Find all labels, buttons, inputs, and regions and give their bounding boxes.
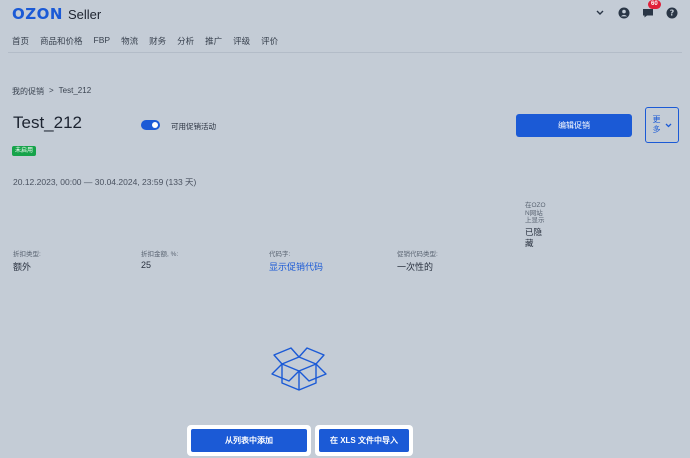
import-xls-button[interactable]: 在 XLS 文件中导入 — [319, 429, 409, 452]
status-badge: 未启用 — [12, 146, 37, 156]
code-type-label: 促销代码类型: — [397, 251, 438, 258]
more-button-label: 更多 — [652, 115, 661, 134]
show-promo-code-link[interactable]: 显示促销代码 — [269, 260, 323, 273]
empty-box-icon — [271, 347, 327, 391]
chevron-down-icon — [665, 123, 671, 127]
nav-divider — [8, 52, 682, 53]
discount-type-label: 折扣类型: — [13, 251, 41, 258]
add-from-list-button-wrapper: 从列表中添加 — [187, 425, 311, 456]
nav-item-reviews[interactable]: 评价 — [261, 35, 278, 47]
discount-type-field: 折扣类型: 额外 — [13, 248, 41, 273]
breadcrumb: 我的促销 > Test_212 — [12, 86, 91, 97]
discount-type-value: 额外 — [13, 262, 32, 272]
code-type-value: 一次性的 — [397, 262, 434, 272]
promo-active-toggle-label: 可用促销活动 — [171, 122, 216, 131]
user-icon[interactable] — [617, 6, 630, 19]
svg-text:?: ? — [669, 8, 674, 17]
breadcrumb-parent[interactable]: 我的促销 — [12, 86, 44, 97]
nav-item-rating[interactable]: 评级 — [233, 35, 250, 47]
promo-code-field: 代码字: 显示促销代码 — [269, 248, 323, 273]
notification-badge: 60 — [648, 0, 661, 9]
promo-code-label: 代码字: — [269, 251, 291, 258]
nav-item-logistics[interactable]: 物流 — [121, 35, 138, 47]
nav-item-finance[interactable]: 财务 — [149, 35, 166, 47]
breadcrumb-current: Test_212 — [58, 86, 92, 95]
chat-icon[interactable]: 60 — [641, 0, 661, 19]
discount-amount-field: 折扣金额, %: 25 — [141, 248, 178, 270]
help-icon[interactable]: ? — [665, 6, 678, 19]
code-type-field: 促销代码类型: 一次性的 — [397, 248, 438, 273]
nav-item-home[interactable]: 首页 — [12, 35, 29, 47]
header-icons: 60 ? — [593, 0, 678, 19]
breadcrumb-separator: > — [49, 86, 54, 95]
visibility-field: 在OZON网站上显示 已隐藏 — [525, 202, 547, 249]
nav-item-promotion[interactable]: 推广 — [205, 35, 222, 47]
nav-item-fbp[interactable]: FBP — [94, 35, 111, 47]
top-header: OZON Seller 60 ? 首页 商品和价格 FBP 物流 财务 分析 推… — [0, 0, 690, 52]
discount-amount-label: 折扣金额, %: — [141, 251, 179, 258]
visibility-value: 已隐藏 — [525, 226, 543, 248]
more-button[interactable]: 更多 — [645, 107, 679, 143]
ozon-seller-logo[interactable]: OZON Seller — [12, 5, 101, 23]
edit-promo-button[interactable]: 编辑促销 — [516, 114, 632, 137]
promo-active-toggle[interactable] — [141, 120, 160, 130]
promo-date-range: 20.12.2023, 00:00 — 30.04.2024, 23:59 (1… — [13, 177, 197, 187]
discount-amount-value: 25 — [141, 260, 152, 270]
page-title: Test_212 — [13, 113, 82, 132]
import-xls-button-wrapper: 在 XLS 文件中导入 — [315, 425, 413, 456]
visibility-label: 在OZON网站上显示 — [525, 202, 546, 224]
chevron-down-icon[interactable] — [593, 6, 606, 19]
logo-brand: OZON — [12, 5, 63, 23]
logo-product: Seller — [67, 7, 102, 22]
nav-item-products-prices[interactable]: 商品和价格 — [40, 35, 83, 47]
add-from-list-button[interactable]: 从列表中添加 — [191, 429, 307, 452]
main-nav: 首页 商品和价格 FBP 物流 财务 分析 推广 评级 评价 — [12, 35, 278, 47]
nav-item-analytics[interactable]: 分析 — [177, 35, 194, 47]
